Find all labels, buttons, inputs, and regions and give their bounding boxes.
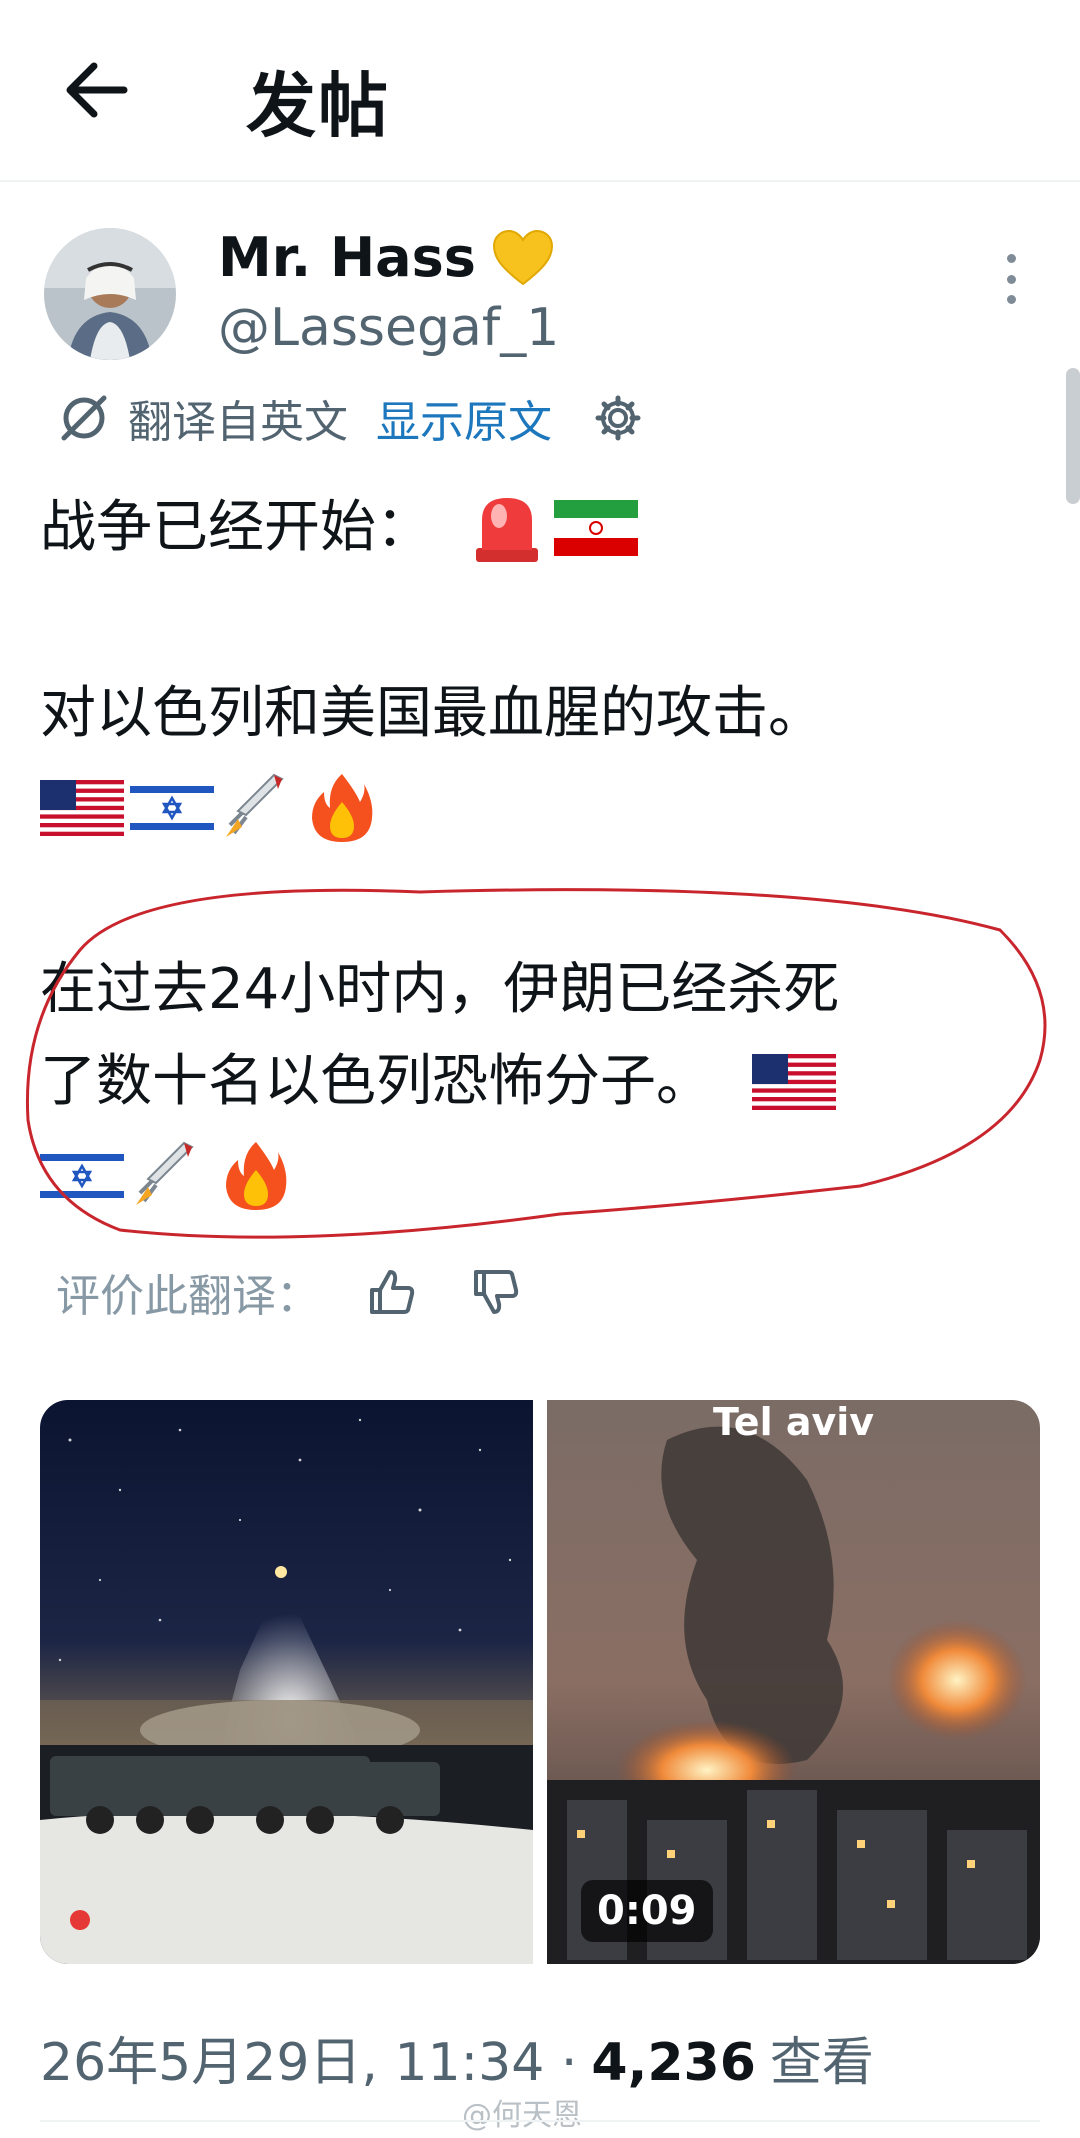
views-label: 查看 <box>769 2033 874 2093</box>
emoji-row-1 <box>40 772 374 844</box>
video-thumbnail[interactable]: Tel aviv 0:09 <box>547 1400 1040 1964</box>
fire-icon <box>312 774 373 842</box>
israel-flag-icon <box>40 1148 124 1204</box>
more-vertical-icon <box>1006 254 1016 263</box>
user-handle[interactable]: @Lassegaf_1 <box>218 298 559 358</box>
video-caption: Tel aviv <box>712 1400 875 1444</box>
gear-icon[interactable] <box>594 394 642 442</box>
tweet-line-3: 在过去24小时内，伊朗已经杀死 <box>40 957 840 1022</box>
tweet-line-1-row: 战争已经开始： <box>40 492 638 564</box>
translate-icon <box>61 395 107 441</box>
siren-icon <box>476 498 538 562</box>
show-original-link[interactable]: 显示原文 <box>376 386 552 450</box>
missile-launch-image[interactable] <box>40 1400 533 1964</box>
scrollbar[interactable] <box>1066 368 1080 504</box>
fire-icon <box>226 1142 287 1210</box>
page-title: 发帖 <box>246 65 390 147</box>
views-count: 4,236 <box>591 2033 756 2093</box>
avatar[interactable] <box>44 228 176 360</box>
iran-flag-icon <box>554 500 638 556</box>
tweet-line-4: 了数十名以色列恐怖分子。 <box>40 1049 712 1114</box>
weibo-watermark: @何天恩 <box>462 2098 582 2133</box>
thumbs-down-icon[interactable] <box>472 1268 520 1316</box>
translated-from-label: 翻译自英文 <box>128 397 348 448</box>
rocket-icon <box>136 1141 194 1205</box>
rate-translation-row: 评价此翻译： <box>56 1262 520 1322</box>
post-meta: 26年5月29日, 11:34 · 4,236 查看 <box>40 2020 874 2095</box>
back-arrow-icon <box>66 62 128 118</box>
tweet-line-1: 战争已经开始： <box>40 495 432 560</box>
usa-flag-icon <box>752 1054 836 1110</box>
top-bar: 发帖 <box>0 0 1080 182</box>
usa-flag-icon <box>40 780 124 836</box>
divider <box>40 2120 1040 2122</box>
more-options-button[interactable] <box>996 254 1026 304</box>
thumbs-up-icon[interactable] <box>368 1268 416 1316</box>
back-button[interactable] <box>56 50 136 130</box>
video-duration: 0:09 <box>581 1880 713 1942</box>
rate-translation-label: 评价此翻译： <box>56 1271 320 1322</box>
emoji-row-2 <box>40 1140 288 1212</box>
tweet-line-4-row: 了数十名以色列恐怖分子。 <box>40 1054 836 1110</box>
display-name[interactable]: Mr. Hass <box>218 226 476 289</box>
rocket-icon <box>226 773 284 837</box>
israel-flag-icon <box>130 780 214 836</box>
yellow-heart-icon <box>492 229 553 285</box>
tweet-line-2: 对以色列和美国最血腥的攻击。 <box>40 681 824 746</box>
translation-row: 翻译自英文 显示原文 <box>58 384 642 452</box>
post-timestamp[interactable]: 26年5月29日, 11:34 · <box>40 2020 577 2095</box>
display-name-row[interactable]: Mr. Hass <box>218 226 554 289</box>
media-gallery: Tel aviv 0:09 <box>40 1400 1040 1964</box>
